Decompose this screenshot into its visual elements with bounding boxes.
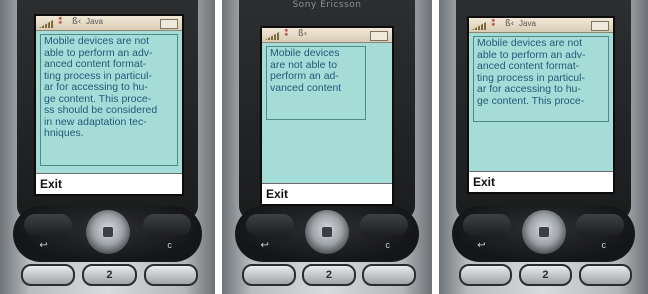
status-glyph-icon: ß‹ [505, 19, 515, 29]
key-2[interactable]: 2 [82, 264, 137, 286]
number-keys: 2 [239, 264, 416, 288]
clear-button[interactable]: c [602, 240, 607, 250]
brand-text: Sony Ericsson [292, 0, 362, 10]
back-icon[interactable]: ↩ [477, 240, 485, 251]
clear-button[interactable]: c [385, 240, 390, 250]
select-button[interactable] [102, 227, 113, 237]
navigation-joystick[interactable] [521, 210, 566, 254]
phone-screen: ⁑ ß‹ Java Mobile devices are not able to… [467, 16, 615, 194]
content-textbox[interactable]: Mobile devices are not able to perform a… [266, 46, 366, 120]
exit-softkey[interactable]: Exit [266, 187, 288, 201]
exit-softkey[interactable]: Exit [473, 175, 495, 189]
bluetooth-icon: ⁑ [58, 17, 63, 27]
number-keys: 2 [17, 264, 199, 288]
bluetooth-icon: ⁑ [491, 19, 496, 29]
key-3[interactable] [578, 264, 632, 286]
left-softkey-button[interactable] [462, 214, 511, 236]
phone-screen: ⁑ ß‹ Mobile devices are not able to perf… [260, 26, 394, 206]
keypad: ↩ c [451, 206, 636, 262]
key-1[interactable] [20, 264, 76, 286]
signal-icon [265, 32, 279, 40]
phone-photo-1: ⁑ ß‹ Java Mobile devices are not able to… [0, 0, 215, 294]
left-softkey-button[interactable] [24, 214, 73, 236]
right-softkey-button[interactable] [576, 214, 625, 236]
key-1[interactable] [459, 264, 513, 286]
status-glyph-icon: ß‹ [298, 29, 308, 39]
softkey-bar: Exit [469, 171, 613, 192]
content-textbox[interactable]: Mobile devices are not able to perform a… [40, 34, 178, 166]
bluetooth-icon: ⁑ [284, 29, 289, 39]
keypad: ↩ c [234, 206, 420, 262]
signal-icon [472, 22, 486, 30]
right-softkey-button[interactable] [360, 214, 409, 236]
phone-photo-3: ⁑ ß‹ Java Mobile devices are not able to… [439, 0, 648, 294]
right-softkey-button[interactable] [142, 214, 191, 236]
exit-softkey[interactable]: Exit [40, 177, 62, 191]
key-3[interactable] [362, 264, 416, 286]
battery-icon [160, 19, 178, 29]
status-glyph-icon: ß‹ [72, 17, 82, 27]
keypad: ↩ c [12, 206, 203, 262]
navigation-joystick[interactable] [305, 210, 349, 254]
phone-screen: ⁑ ß‹ Java Mobile devices are not able to… [34, 14, 184, 196]
back-icon[interactable]: ↩ [39, 240, 47, 251]
select-button[interactable] [538, 227, 549, 237]
phone-photo-2: Sony Ericsson ⁑ ß‹ Mobile devices are no… [222, 0, 432, 294]
status-bar: ⁑ ß‹ Java [36, 16, 182, 31]
key-3[interactable] [143, 264, 199, 286]
battery-icon [591, 21, 609, 31]
signal-icon [39, 20, 53, 28]
navigation-joystick[interactable] [85, 210, 130, 254]
content-textbox[interactable]: Mobile devices are not able to perform a… [473, 36, 609, 122]
number-keys: 2 [456, 264, 632, 288]
app-label: Java [86, 17, 103, 26]
softkey-bar: Exit [36, 173, 182, 194]
key-1[interactable] [242, 264, 296, 286]
clear-button[interactable]: c [167, 240, 172, 250]
left-softkey-button[interactable] [245, 214, 294, 236]
select-button[interactable] [322, 227, 332, 237]
battery-icon [370, 31, 388, 41]
softkey-bar: Exit [262, 183, 392, 204]
back-icon[interactable]: ↩ [260, 240, 268, 251]
key-2[interactable]: 2 [518, 264, 573, 286]
status-bar: ⁑ ß‹ [262, 28, 392, 43]
app-label: Java [519, 19, 536, 28]
key-2[interactable]: 2 [302, 264, 356, 286]
status-bar: ⁑ ß‹ Java [469, 18, 613, 33]
